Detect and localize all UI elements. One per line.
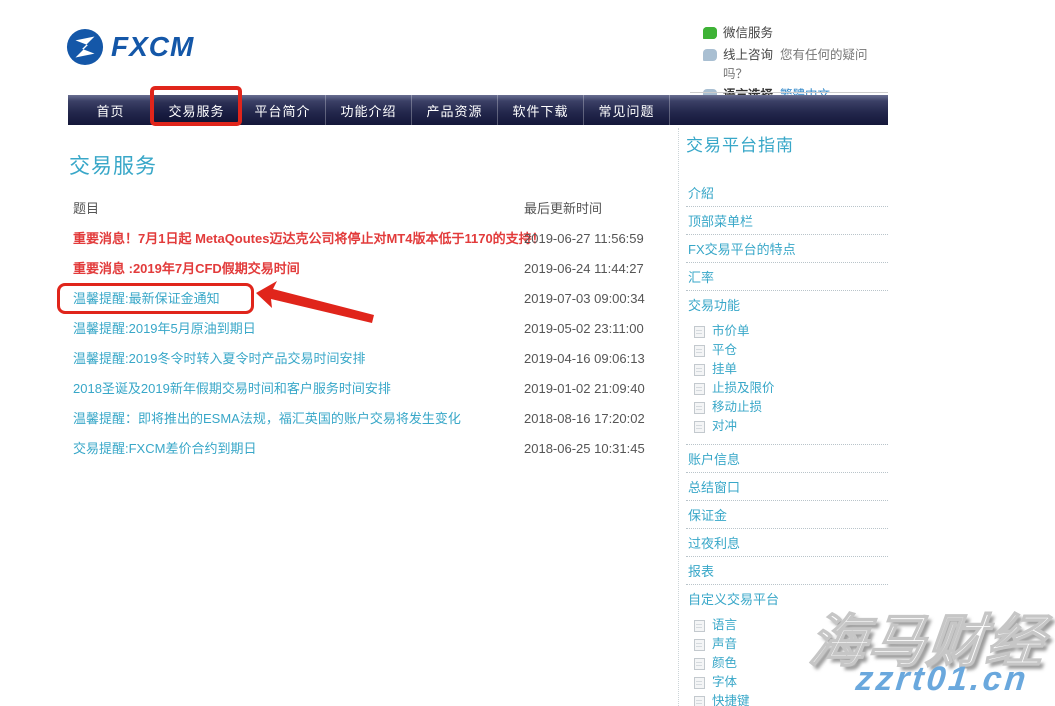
sidebar-item-customize-platform[interactable]: 自定义交易平台 [686,585,888,612]
table-row: 2018圣诞及2019新年假期交易时间和客户服务时间安排 2019-01-02 2… [68,374,660,404]
nav-tab-product-resources[interactable]: 产品资源 [412,95,498,125]
sidebar-subitem[interactable]: 对冲 [690,417,888,436]
page-title: 交易服务 [69,150,157,180]
fxcm-trading-services-page: FXCM 微信服务 线上咨询 您有任何的疑问吗？ 语言选择 繁體中文 首页交易服… [0,0,1055,706]
platform-guide-sidebar: 交易平台指南 介紹顶部菜单栏FX交易平台的特点汇率交易功能市价单平仓挂单止损及限… [686,131,888,706]
sidebar-subitem[interactable]: 挂单 [690,360,888,379]
chat-bubble-icon [703,49,717,61]
updated-time: 2019-04-16 09:06:13 [524,344,645,374]
document-icon [694,658,705,670]
sidebar-subitem-label: 移动止损 [712,400,762,415]
nav-tab-features[interactable]: 功能介绍 [326,95,412,125]
document-icon [694,696,705,706]
sidebar-item-fx-platform-features[interactable]: FX交易平台的特点 [686,235,888,263]
sidebar-subitem[interactable]: 快捷键 [690,692,888,706]
announcement-link[interactable]: 温馨提醒:2019年5月原油到期日 [73,314,256,344]
table-row: 重要消息 :2019年7月CFD假期交易时间 2019-06-24 11:44:2… [68,254,660,284]
content-sidebar-divider [678,128,679,706]
updated-time: 2019-06-24 11:44:27 [524,254,644,284]
nav-tab-faq[interactable]: 常见问题 [584,95,670,125]
sidebar-subitem[interactable]: 字体 [690,673,888,692]
sidebar-item-intro[interactable]: 介紹 [686,179,888,207]
sidebar-subitem[interactable]: 移动止损 [690,398,888,417]
fxcm-logo[interactable]: FXCM [66,28,194,66]
sidebar-subitem-label: 快捷键 [712,694,750,706]
updated-time: 2018-08-16 17:20:02 [524,404,645,434]
announcement-link[interactable]: 温馨提醒：即将推出的ESMA法规，福汇英国的账户交易将发生变化 [73,404,461,434]
wechat-icon [703,27,717,39]
main-nav: 首页交易服务平台简介功能介绍产品资源软件下载常见问题 [68,95,888,125]
sidebar-group-customize-platform: 语言声音颜色字体快捷键 [686,612,888,706]
updated-time: 2019-07-03 09:00:34 [524,284,645,314]
announcement-link[interactable]: 2018圣诞及2019新年假期交易时间和客户服务时间安排 [73,374,391,404]
announcement-link[interactable]: 温馨提醒:2019冬令时转入夏令时产品交易时间安排 [73,344,366,374]
sidebar-item-top-menu-bar[interactable]: 顶部菜单栏 [686,207,888,235]
announcement-link[interactable]: 交易提醒:FXCM差价合约到期日 [73,434,256,464]
table-rows: 重要消息！7月1日起 MetaQoutes迈达克公司将停止对MT4版本低于117… [68,224,660,464]
header-divider [690,92,888,93]
sidebar-subitem[interactable]: 语言 [690,616,888,635]
sidebar-subitem-label: 止损及限价 [712,381,775,396]
sidebar-item-account-info[interactable]: 账户信息 [686,445,888,473]
sidebar-subitem-label: 声音 [712,637,737,652]
sidebar-title: 交易平台指南 [686,131,888,156]
sidebar-subitem[interactable]: 颜色 [690,654,888,673]
document-icon [694,345,705,357]
document-icon [694,326,705,338]
document-icon [694,383,705,395]
announcement-link[interactable]: 重要消息！7月1日起 MetaQoutes迈达克公司将停止对MT4版本低于117… [73,224,545,254]
fxcm-logo-icon [66,28,104,66]
announcement-link[interactable]: 重要消息 :2019年7月CFD假期交易时间 [73,254,300,284]
table-row: 温馨提醒:最新保证金通知 2019-07-03 09:00:34 [68,284,660,314]
sidebar-group-trading-functions: 市价单平仓挂单止损及限价移动止损对冲 [686,318,888,445]
sidebar-subitem[interactable]: 市价单 [690,322,888,341]
sidebar-subitem-label: 字体 [712,675,737,690]
announcement-table: 题目 最后更新时间 重要消息！7月1日起 MetaQoutes迈达克公司将停止对… [68,194,660,464]
table-row: 温馨提醒：即将推出的ESMA法规，福汇英国的账户交易将发生变化 2018-08-1… [68,404,660,434]
sidebar-item-trading-functions[interactable]: 交易功能 [686,291,888,318]
sidebar-item-rollover-interest[interactable]: 过夜利息 [686,529,888,557]
nav-tab-software-download[interactable]: 软件下载 [498,95,584,125]
sidebar-subitem[interactable]: 声音 [690,635,888,654]
nav-tab-platform-intro[interactable]: 平台简介 [240,95,326,125]
sidebar-subitem-label: 语言 [712,618,737,633]
sidebar-subitem-label: 挂单 [712,362,737,377]
document-icon [694,364,705,376]
sidebar-item-reports[interactable]: 报表 [686,557,888,585]
sidebar-items: 介紹顶部菜单栏FX交易平台的特点汇率交易功能市价单平仓挂单止损及限价移动止损对冲… [686,179,888,706]
sidebar-subitem[interactable]: 止损及限价 [690,379,888,398]
updated-time: 2019-06-27 11:56:59 [524,224,644,254]
column-updated: 最后更新时间 [524,194,602,224]
table-header: 题目 最后更新时间 [68,194,660,224]
sidebar-subitem-label: 对冲 [712,419,737,434]
table-row: 温馨提醒:2019年5月原油到期日 2019-05-02 23:11:00 [68,314,660,344]
sidebar-subitem-label: 颜色 [712,656,737,671]
nav-tab-home[interactable]: 首页 [68,95,154,125]
wechat-label: 微信服务 [723,24,773,43]
sidebar-item-margin[interactable]: 保证金 [686,501,888,529]
column-title: 题目 [73,194,99,224]
document-icon [694,677,705,689]
table-row: 重要消息！7月1日起 MetaQoutes迈达克公司将停止对MT4版本低于117… [68,224,660,254]
online-chat-link[interactable]: 线上咨询 您有任何的疑问吗？ [703,46,885,84]
updated-time: 2019-05-02 23:11:00 [524,314,644,344]
sidebar-subitem-label: 平仓 [712,343,737,358]
table-row: 交易提醒:FXCM差价合约到期日 2018-06-25 10:31:45 [68,434,660,464]
sidebar-item-rates[interactable]: 汇率 [686,263,888,291]
logo-text: FXCM [111,31,194,63]
sidebar-item-summary-window[interactable]: 总结窗口 [686,473,888,501]
sidebar-subitem-label: 市价单 [712,324,750,339]
document-icon [694,639,705,651]
chat-text: 线上咨询 您有任何的疑问吗？ [723,46,885,84]
wechat-service-link[interactable]: 微信服务 [703,24,885,43]
sidebar-subitem[interactable]: 平仓 [690,341,888,360]
document-icon [694,620,705,632]
document-icon [694,402,705,414]
announcement-link[interactable]: 温馨提醒:最新保证金通知 [73,284,220,314]
document-icon [694,421,705,433]
nav-tab-trading-services[interactable]: 交易服务 [154,95,240,125]
updated-time: 2019-01-02 21:09:40 [524,374,645,404]
table-row: 温馨提醒:2019冬令时转入夏令时产品交易时间安排 2019-04-16 09:0… [68,344,660,374]
updated-time: 2018-06-25 10:31:45 [524,434,645,464]
